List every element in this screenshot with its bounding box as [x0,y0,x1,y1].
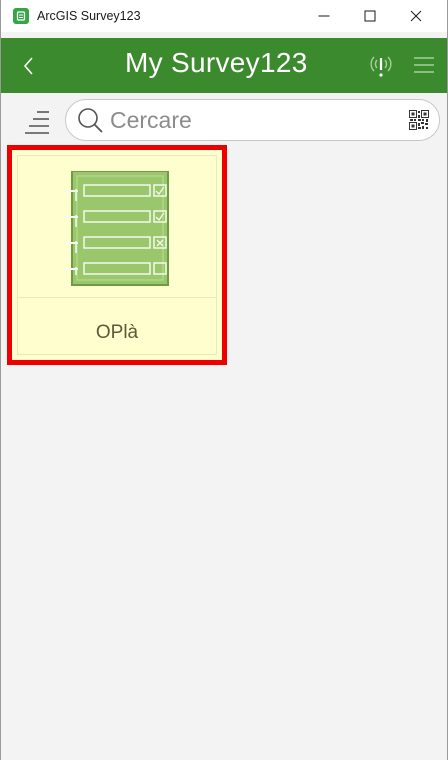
close-icon [410,10,422,22]
survey-form-icon [64,171,169,286]
window-title-bar: ArcGIS Survey123 [1,0,447,32]
back-icon[interactable] [15,52,43,80]
selected-survey-highlight: OPlà [7,145,227,365]
qr-code-icon[interactable] [409,110,429,130]
maximize-button[interactable] [347,0,393,32]
search-box [65,99,440,141]
close-button[interactable] [393,0,439,32]
minimize-button[interactable] [301,0,347,32]
minimize-icon [318,15,330,17]
gps-warning-icon[interactable] [369,53,393,79]
survey123-app-icon [13,8,29,24]
window-title: ArcGIS Survey123 [37,9,141,23]
search-icon [78,108,103,133]
menu-icon[interactable] [413,55,435,75]
tile-divider [18,297,216,298]
survey-tile[interactable]: OPlà [17,155,217,355]
maximize-icon [364,10,376,22]
app-header: My Survey123 [1,38,447,93]
survey-title: OPlà [95,322,139,343]
search-input[interactable] [110,106,380,134]
page-title: My Survey123 [125,47,308,78]
sort-icon[interactable] [23,109,53,137]
